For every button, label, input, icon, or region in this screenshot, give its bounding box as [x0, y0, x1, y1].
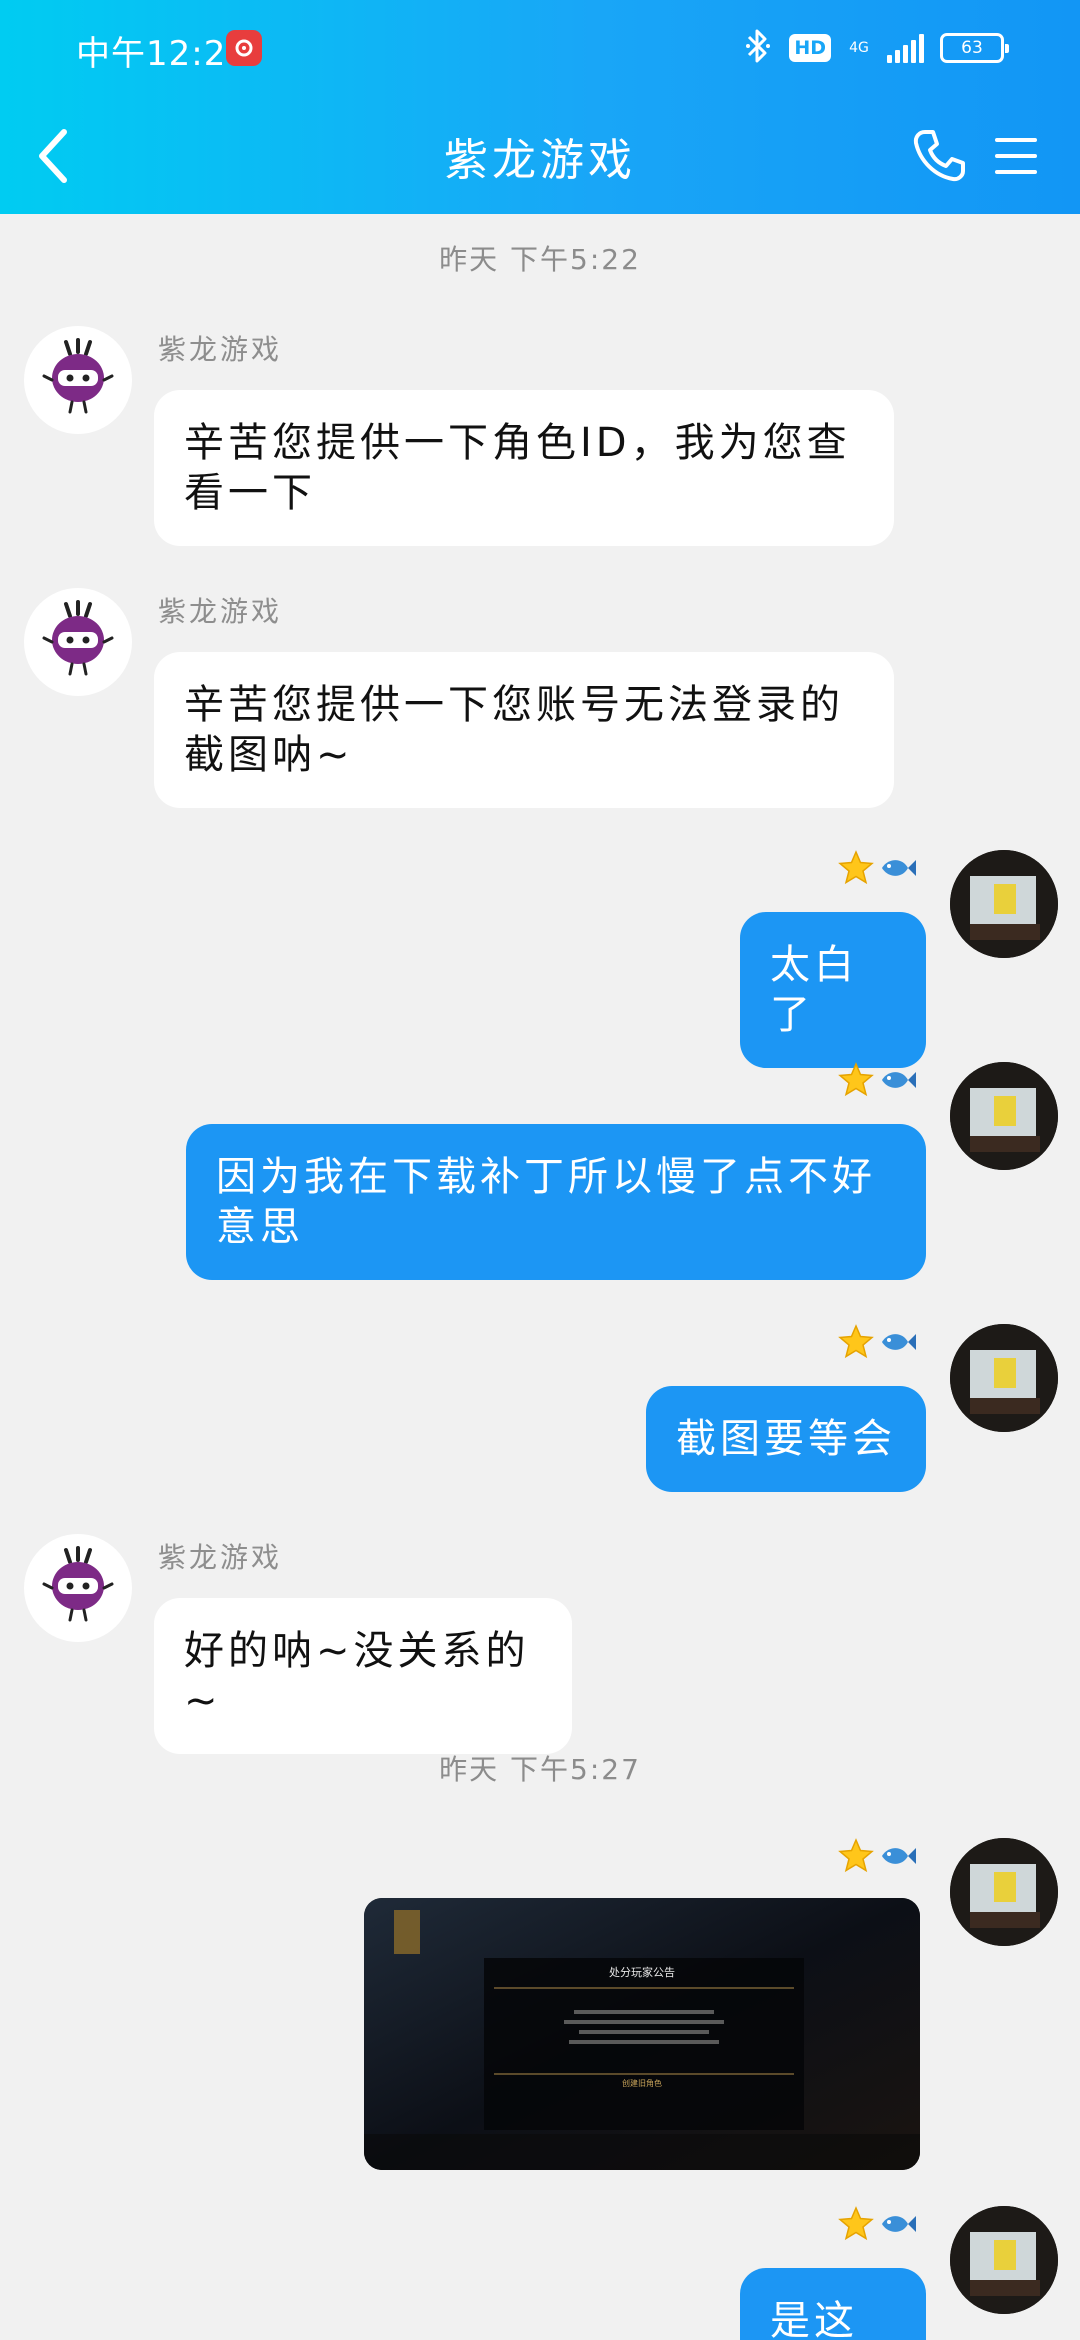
message-bubble-incoming[interactable]: 好的呐~没关系的~	[154, 1598, 572, 1754]
user-badges	[838, 2204, 918, 2244]
nav-bar: 紫龙游戏	[0, 100, 1080, 214]
user-photo-avatar	[950, 1838, 1058, 1946]
user-photo-avatar	[950, 2206, 1058, 2314]
purple-mascot-icon	[42, 338, 114, 414]
user-photo-avatar	[950, 1324, 1058, 1432]
user-avatar[interactable]	[950, 1838, 1058, 1946]
image-title-text: 处分玩家公告	[609, 1966, 675, 1979]
fish-icon	[882, 860, 916, 876]
sender-name: 紫龙游戏	[158, 595, 283, 628]
fish-icon	[882, 2216, 916, 2232]
chat-message-list[interactable]: 昨天 下午5:22 紫龙游戏 辛苦您提供一下角色ID，我为您查看一下 紫龙游戏 …	[0, 214, 1080, 2340]
game-screenshot-image	[364, 1898, 920, 2170]
message-bubble-outgoing[interactable]: 是这个	[740, 2268, 926, 2340]
image-link-text: 创建旧角色	[622, 2079, 662, 2088]
purple-mascot-icon	[42, 1546, 114, 1622]
status-indicators: HD 4G 63	[743, 26, 1009, 70]
battery-level: 63	[961, 38, 983, 58]
user-badges	[838, 848, 918, 888]
fish-icon	[882, 1848, 916, 1864]
message-bubble-outgoing[interactable]: 截图要等会	[646, 1386, 926, 1492]
hd-badge: HD	[789, 34, 831, 62]
chat-header: 中午12:29 HD 4G 63 紫龙游戏	[0, 0, 1080, 214]
bot-avatar[interactable]	[24, 326, 132, 434]
music-app-icon	[226, 30, 262, 66]
purple-mascot-icon	[42, 600, 114, 676]
fish-icon	[882, 1072, 916, 1088]
user-photo-avatar	[950, 1062, 1058, 1170]
user-photo-avatar	[950, 850, 1058, 958]
timestamp-1: 昨天 下午5:22	[439, 243, 641, 276]
signal-strength-icon	[887, 33, 924, 63]
sender-name: 紫龙游戏	[158, 333, 283, 366]
battery-icon: 63	[940, 33, 1009, 63]
call-button[interactable]	[906, 118, 972, 194]
star-icon	[838, 1062, 874, 1097]
user-badges	[838, 1322, 918, 1362]
sender-name: 紫龙游戏	[158, 1541, 283, 1574]
user-avatar[interactable]	[950, 850, 1058, 958]
user-badges	[838, 1836, 918, 1876]
user-avatar[interactable]	[950, 1324, 1058, 1432]
status-time: 中午12:29	[76, 34, 249, 74]
message-bubble-outgoing[interactable]: 因为我在下载补丁所以慢了点不好意思	[186, 1124, 926, 1280]
image-message[interactable]: 处分玩家公告 创建旧角色	[364, 1898, 920, 2170]
message-bubble-outgoing[interactable]: 太白了	[740, 912, 926, 1068]
status-bar: 中午12:29 HD 4G 63	[0, 0, 1080, 100]
user-avatar[interactable]	[950, 1062, 1058, 1170]
menu-button[interactable]	[988, 118, 1044, 194]
bot-avatar[interactable]	[24, 588, 132, 696]
timestamp-2: 昨天 下午5:27	[439, 1753, 641, 1786]
hamburger-menu-icon	[995, 138, 1037, 174]
message-bubble-incoming[interactable]: 辛苦您提供一下角色ID，我为您查看一下	[154, 390, 894, 546]
user-badges	[838, 1060, 918, 1100]
fish-icon	[882, 1334, 916, 1350]
bluetooth-icon	[743, 26, 773, 70]
star-icon	[838, 2206, 874, 2241]
star-icon	[838, 1324, 874, 1359]
network-type-label: 4G	[849, 40, 869, 56]
bot-avatar[interactable]	[24, 1534, 132, 1642]
star-icon	[838, 1838, 874, 1873]
message-bubble-incoming[interactable]: 辛苦您提供一下您账号无法登录的截图呐~	[154, 652, 894, 808]
star-icon	[838, 850, 874, 885]
user-avatar[interactable]	[950, 2206, 1058, 2314]
phone-icon	[913, 130, 965, 182]
